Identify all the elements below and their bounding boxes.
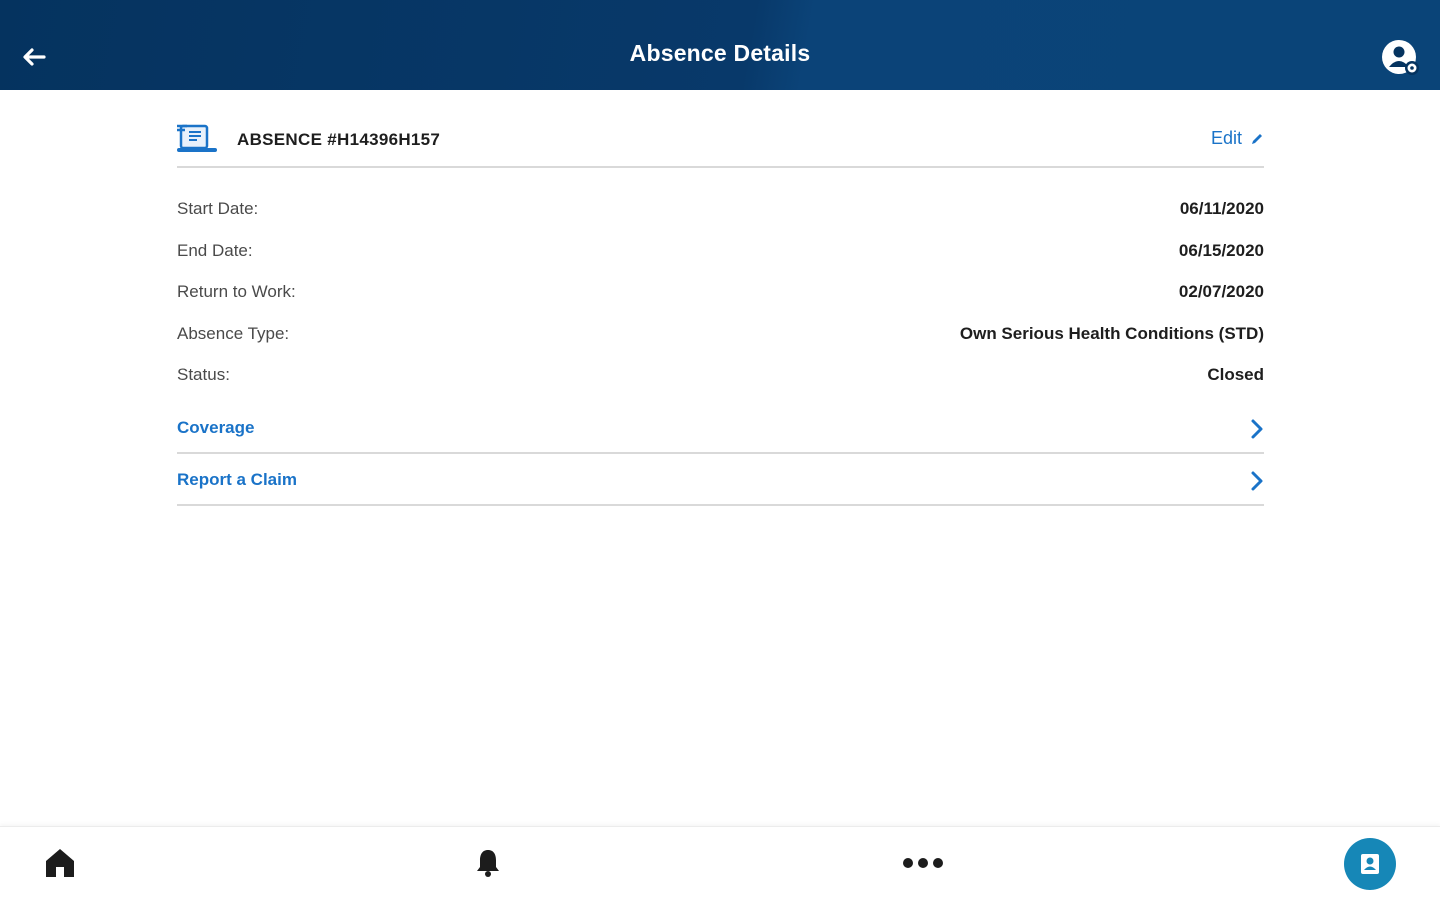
report-claim-link[interactable]: Report a Claim xyxy=(177,454,1264,506)
contact-card-icon xyxy=(1361,854,1379,874)
edit-label: Edit xyxy=(1210,128,1242,148)
detail-label: Return to Work: xyxy=(177,282,296,301)
document-icon xyxy=(177,124,217,152)
chevron-right-icon xyxy=(1251,471,1263,490)
absence-detail-panel: ABSENCE #H14396H157 Edit Start Date: 06/… xyxy=(177,118,1264,506)
detail-row-start-date: Start Date: 06/11/2020 xyxy=(177,194,1264,236)
status-value: Closed xyxy=(1207,365,1264,384)
detail-value: 06/15/2020 xyxy=(1178,240,1264,260)
detail-value: 02/07/2020 xyxy=(1178,282,1264,301)
detail-row-return-to-work: Return to Work: 02/07/2020 xyxy=(177,277,1264,319)
user-settings-icon[interactable] xyxy=(1380,38,1422,78)
detail-label: Status: xyxy=(177,365,230,384)
detail-value: 06/11/2020 xyxy=(1179,199,1264,218)
detail-label: Start Date: xyxy=(177,199,259,218)
detail-value: Own Serious Health Conditions (STD) xyxy=(959,323,1264,343)
detail-row-end-date: End Date: 06/15/2020 xyxy=(177,236,1264,278)
bell-icon[interactable] xyxy=(474,847,502,879)
contact-card-button[interactable] xyxy=(1344,838,1396,890)
detail-label: End Date: xyxy=(177,240,253,260)
coverage-label: Coverage xyxy=(177,417,255,437)
absence-id: ABSENCE #H14396H157 xyxy=(237,130,441,149)
chevron-right-icon xyxy=(1251,419,1263,438)
app-header: Absence Details xyxy=(0,0,1440,90)
pencil-icon xyxy=(1252,133,1262,144)
bottom-nav xyxy=(0,826,1440,901)
absence-header: ABSENCE #H14396H157 Edit xyxy=(177,118,1264,168)
more-icon[interactable] xyxy=(902,857,944,869)
edit-button[interactable]: Edit xyxy=(1211,128,1264,149)
report-claim-label: Report a Claim xyxy=(177,469,297,489)
detail-label: Absence Type: xyxy=(177,323,290,343)
page-title: Absence Details xyxy=(629,40,811,66)
detail-row-status: Status: Closed xyxy=(177,360,1264,402)
home-icon[interactable] xyxy=(44,847,76,879)
coverage-link[interactable]: Coverage xyxy=(177,402,1264,454)
detail-row-absence-type: Absence Type: Own Serious Health Conditi… xyxy=(177,319,1264,361)
details-list: Start Date: 06/11/2020 End Date: 06/15/2… xyxy=(177,194,1264,402)
